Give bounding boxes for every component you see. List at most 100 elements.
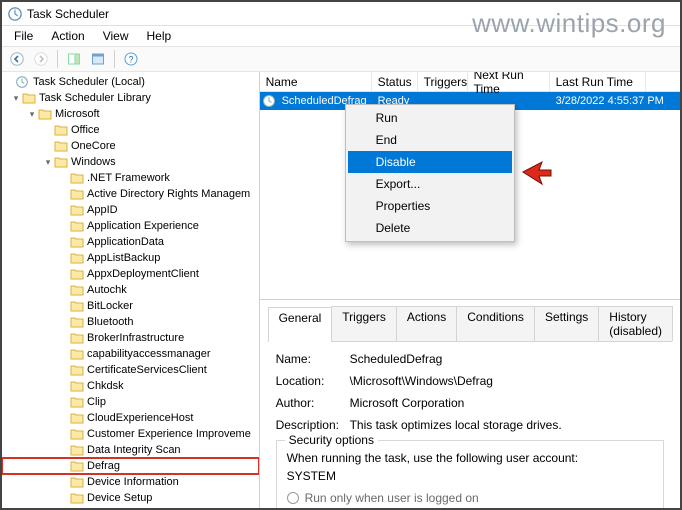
- tab-settings[interactable]: Settings: [534, 306, 599, 341]
- tree-certificateservicesclient[interactable]: CertificateServicesClient: [2, 362, 259, 378]
- tree-label: BitLocker: [87, 300, 133, 312]
- tab-history[interactable]: History (disabled): [598, 306, 673, 341]
- tree-applicationdata[interactable]: ApplicationData: [2, 234, 259, 250]
- action-pane-button[interactable]: [63, 48, 85, 70]
- col-name[interactable]: Name: [260, 72, 372, 91]
- tree--net-framework[interactable]: .NET Framework: [2, 170, 259, 186]
- toolbar-sep: [114, 50, 115, 68]
- watermark: www.wintips.org: [472, 8, 666, 39]
- navigation-tree[interactable]: Task Scheduler (Local)▾Task Scheduler Li…: [2, 72, 260, 508]
- tree-defrag[interactable]: Defrag: [2, 458, 259, 474]
- tree-devicedirectoryclient[interactable]: DeviceDirectoryClient: [2, 506, 259, 508]
- tree-label: CloudExperienceHost: [87, 412, 193, 424]
- location-label: Location:: [276, 374, 350, 388]
- task-icon: [262, 94, 276, 108]
- tree-cloudexperiencehost[interactable]: CloudExperienceHost: [2, 410, 259, 426]
- tree-library[interactable]: ▾ Task Scheduler Library: [2, 90, 259, 106]
- toolbar-sep: [57, 50, 58, 68]
- tree-microsoft[interactable]: ▾ Microsoft: [2, 106, 259, 122]
- menu-help[interactable]: Help: [139, 27, 180, 45]
- tree-label: Device Setup: [87, 492, 152, 504]
- tree-label: Microsoft: [55, 108, 100, 120]
- tree-autochk[interactable]: Autochk: [2, 282, 259, 298]
- tree-label: Defrag: [87, 460, 120, 472]
- tree-label: Chkdsk: [87, 380, 124, 392]
- run-logged-on-radio[interactable]: Run only when user is logged on: [287, 491, 653, 505]
- tab-conditions[interactable]: Conditions: [456, 306, 535, 341]
- name-label: Name:: [276, 352, 350, 366]
- refresh-pane-button[interactable]: [87, 48, 109, 70]
- tree-label: AppID: [87, 204, 118, 216]
- radio-icon: [287, 492, 299, 504]
- tree-bitlocker[interactable]: BitLocker: [2, 298, 259, 314]
- col-status[interactable]: Status: [372, 72, 418, 91]
- tree-onecore[interactable]: OneCore: [2, 138, 259, 154]
- task-list-pane: NameStatusTriggersNext Run TimeLast Run …: [260, 72, 680, 300]
- twisty-icon[interactable]: ▾: [26, 109, 38, 120]
- name-value: ScheduledDefrag: [350, 352, 443, 366]
- col-next-run-time[interactable]: Next Run Time: [468, 72, 550, 91]
- window-title: Task Scheduler: [27, 7, 109, 21]
- tree-label: Active Directory Rights Managem: [87, 188, 250, 200]
- description-label: Description:: [276, 418, 350, 432]
- tree-appid[interactable]: AppID: [2, 202, 259, 218]
- tree-label: AppListBackup: [87, 252, 160, 264]
- tree-label: ApplicationData: [87, 236, 164, 248]
- tree-active-directory-rights-managem[interactable]: Active Directory Rights Managem: [2, 186, 259, 202]
- tree-data-integrity-scan[interactable]: Data Integrity Scan: [2, 442, 259, 458]
- tree-label: BrokerInfrastructure: [87, 332, 184, 344]
- security-user: SYSTEM: [287, 469, 653, 483]
- context-menu: RunEndDisableExport...PropertiesDelete: [345, 104, 515, 242]
- tab-general[interactable]: General: [268, 307, 333, 342]
- task-list-header[interactable]: NameStatusTriggersNext Run TimeLast Run …: [260, 72, 680, 92]
- svg-text:?: ?: [128, 55, 133, 65]
- tab-actions[interactable]: Actions: [396, 306, 457, 341]
- tree-office[interactable]: Office: [2, 122, 259, 138]
- tree-applistbackup[interactable]: AppListBackup: [2, 250, 259, 266]
- tree-chkdsk[interactable]: Chkdsk: [2, 378, 259, 394]
- tree-windows[interactable]: ▾Windows: [2, 154, 259, 170]
- description-value: This task optimizes local storage drives…: [350, 418, 562, 432]
- ctx-delete[interactable]: Delete: [348, 217, 512, 239]
- back-button[interactable]: [6, 48, 28, 70]
- tree-root[interactable]: Task Scheduler (Local): [2, 74, 259, 90]
- tree-label: Autochk: [87, 284, 127, 296]
- menu-action[interactable]: Action: [43, 27, 92, 45]
- location-value: \Microsoft\Windows\Defrag: [350, 374, 493, 388]
- twisty-icon[interactable]: ▾: [10, 93, 22, 104]
- help-button[interactable]: ?: [120, 48, 142, 70]
- ctx-disable[interactable]: Disable: [348, 151, 512, 173]
- tree-customer-experience-improveme[interactable]: Customer Experience Improveme: [2, 426, 259, 442]
- tree-label: Device Information: [87, 476, 179, 488]
- task-details-pane: GeneralTriggersActionsConditionsSettings…: [260, 300, 680, 508]
- ctx-end[interactable]: End: [348, 129, 512, 151]
- tree-label: OneCore: [71, 140, 116, 152]
- tree-application-experience[interactable]: Application Experience: [2, 218, 259, 234]
- tree-capabilityaccessmanager[interactable]: capabilityaccessmanager: [2, 346, 259, 362]
- forward-button[interactable]: [30, 48, 52, 70]
- col-triggers[interactable]: Triggers: [418, 72, 468, 91]
- tree-label: Task Scheduler (Local): [33, 76, 145, 88]
- author-value: Microsoft Corporation: [350, 396, 465, 410]
- ctx-export[interactable]: Export...: [348, 173, 512, 195]
- tree-device-setup[interactable]: Device Setup: [2, 490, 259, 506]
- col-last-run-time[interactable]: Last Run Time: [550, 72, 646, 91]
- tree-label: Application Experience: [87, 220, 199, 232]
- tree-bluetooth[interactable]: Bluetooth: [2, 314, 259, 330]
- tab-triggers[interactable]: Triggers: [331, 306, 397, 341]
- tree-label: Clip: [87, 396, 106, 408]
- task-lastrun-cell: 3/28/2022 4:55:37 PM: [550, 95, 670, 107]
- security-legend: Security options: [285, 433, 378, 447]
- tree-clip[interactable]: Clip: [2, 394, 259, 410]
- tree-brokerinfrastructure[interactable]: BrokerInfrastructure: [2, 330, 259, 346]
- menu-file[interactable]: File: [6, 27, 41, 45]
- tree-device-information[interactable]: Device Information: [2, 474, 259, 490]
- tree-label: Bluetooth: [87, 316, 133, 328]
- tree-label: Office: [71, 124, 100, 136]
- ctx-run[interactable]: Run: [348, 107, 512, 129]
- twisty-icon[interactable]: ▾: [42, 157, 54, 168]
- tree-label: Task Scheduler Library: [39, 92, 151, 104]
- ctx-properties[interactable]: Properties: [348, 195, 512, 217]
- tree-appxdeploymentclient[interactable]: AppxDeploymentClient: [2, 266, 259, 282]
- menu-view[interactable]: View: [95, 27, 137, 45]
